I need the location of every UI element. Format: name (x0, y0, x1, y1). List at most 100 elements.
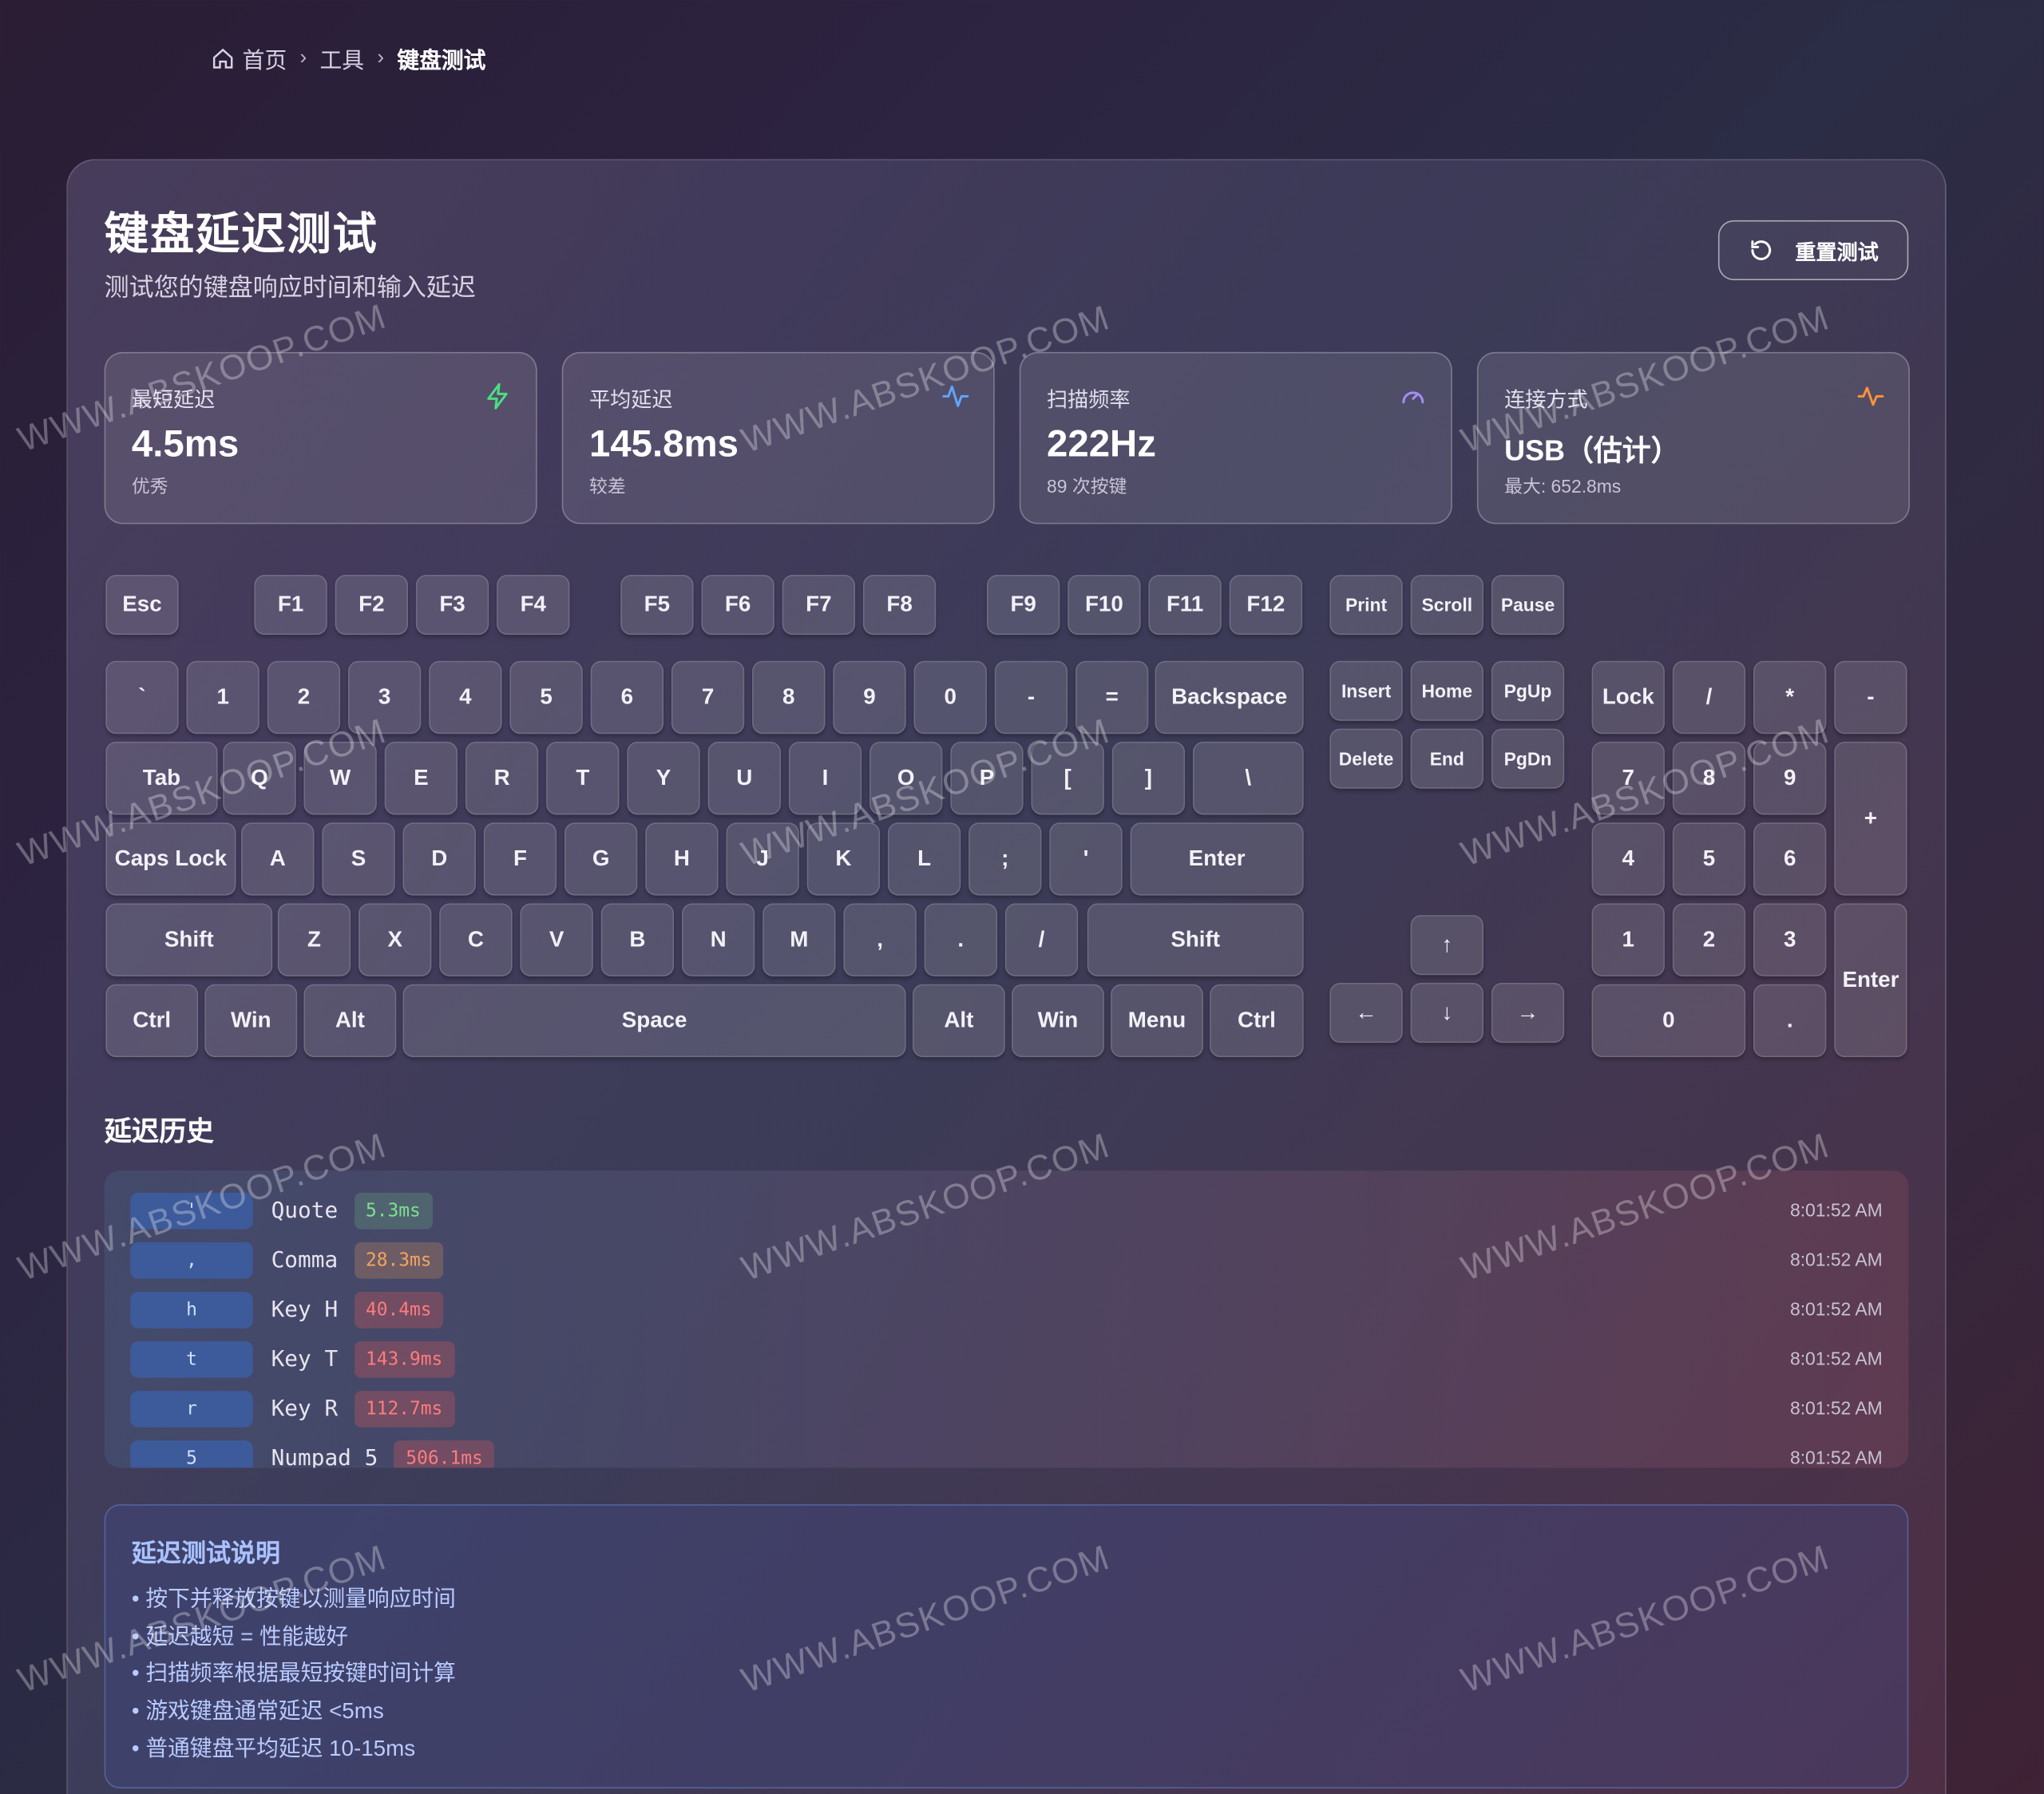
arrow-left-key[interactable]: ← (1329, 983, 1403, 1044)
key-win-right[interactable]: Win (1011, 984, 1104, 1058)
key-print[interactable]: Print (1329, 575, 1403, 636)
key-letter[interactable]: [ (1031, 742, 1104, 815)
key-pause[interactable]: Pause (1491, 575, 1565, 636)
arrow-down-key[interactable]: ↓ (1410, 983, 1484, 1044)
key-num-row[interactable]: 8 (752, 660, 826, 735)
key-num-slash[interactable]: / (1672, 660, 1746, 735)
key-f3[interactable]: F3 (415, 575, 489, 636)
key-num-lock[interactable]: Lock (1591, 660, 1665, 735)
key-letter[interactable]: V (520, 903, 593, 976)
key-num-multiply[interactable]: * (1753, 660, 1827, 735)
key-letter[interactable]: ; (969, 822, 1042, 896)
key-letter[interactable]: N (681, 903, 755, 976)
key-num-minus[interactable]: - (1834, 660, 1907, 735)
key-letter[interactable]: D (402, 822, 476, 896)
key-num-row[interactable]: 4 (429, 660, 502, 735)
key-letter[interactable]: G (564, 822, 638, 896)
key-letter[interactable]: P (950, 742, 1024, 815)
key-caps-lock[interactable]: Caps Lock (105, 822, 236, 896)
key-letter[interactable]: R (465, 742, 539, 815)
key-num-row[interactable]: 6 (590, 660, 664, 735)
key-num-row[interactable]: = (1075, 660, 1149, 735)
key-numpad[interactable]: 2 (1672, 903, 1746, 976)
breadcrumb-tools[interactable]: 工具 (320, 42, 365, 74)
key-letter[interactable]: Q (223, 742, 296, 815)
key-f11[interactable]: F11 (1148, 575, 1222, 636)
key-numpad[interactable]: 9 (1753, 742, 1827, 815)
history-list[interactable]: ' Quote 5.3ms 8:01:52 AM, Comma 28.3ms 8:01:52… (104, 1170, 1909, 1468)
key-backslash[interactable]: \ (1192, 742, 1304, 815)
key-letter[interactable]: W (303, 742, 377, 815)
key-letter[interactable]: ] (1111, 742, 1186, 815)
key-numpad[interactable]: 7 (1591, 742, 1665, 815)
key-num-row[interactable]: - (994, 660, 1068, 735)
key-letter[interactable]: X (358, 903, 432, 976)
key-letter[interactable]: I (788, 742, 862, 815)
key-num-row[interactable]: 5 (509, 660, 583, 735)
key-letter[interactable]: Z (277, 903, 351, 976)
key-letter[interactable]: / (1004, 903, 1079, 976)
key-letter[interactable]: M (763, 903, 836, 976)
key-pgdn[interactable]: PgDn (1491, 728, 1565, 789)
key-home[interactable]: Home (1410, 660, 1484, 721)
key-f6[interactable]: F6 (701, 575, 774, 636)
key-f2[interactable]: F2 (335, 575, 409, 636)
reset-button[interactable]: 重置测试 (1717, 220, 1909, 281)
key-space[interactable]: Space (402, 984, 906, 1058)
key-shift-right[interactable]: Shift (1087, 903, 1304, 976)
key-num-0[interactable]: 0 (1591, 984, 1746, 1058)
key-num-row[interactable]: 7 (671, 660, 745, 735)
key-num-row[interactable]: 0 (913, 660, 987, 735)
key-letter[interactable]: O (869, 742, 943, 815)
key-letter[interactable]: B (600, 903, 675, 976)
key-f5[interactable]: F5 (620, 575, 694, 636)
key-ctrl-left[interactable]: Ctrl (105, 984, 199, 1058)
key-numpad[interactable]: 1 (1591, 903, 1665, 976)
key-letter[interactable]: . (924, 903, 998, 976)
key-letter[interactable]: K (806, 822, 881, 896)
key-letter[interactable]: T (546, 742, 620, 815)
key-scroll[interactable]: Scroll (1410, 575, 1484, 636)
key-f4[interactable]: F4 (497, 575, 570, 636)
key-end[interactable]: End (1410, 728, 1484, 789)
arrow-up-key[interactable]: ↑ (1410, 915, 1484, 976)
key-numpad[interactable]: 3 (1753, 903, 1827, 976)
key-f1[interactable]: F1 (254, 575, 327, 636)
key-f7[interactable]: F7 (782, 575, 856, 636)
key-numpad[interactable]: 5 (1672, 822, 1746, 896)
key-esc[interactable]: Esc (105, 575, 179, 636)
key-letter[interactable]: F (483, 822, 557, 896)
key-letter[interactable]: , (843, 903, 917, 976)
key-num-row[interactable]: 3 (347, 660, 422, 735)
key-num-row[interactable]: 9 (833, 660, 906, 735)
key-num-row[interactable]: 2 (267, 660, 341, 735)
key-num-plus[interactable]: + (1834, 742, 1907, 896)
key-num-row[interactable]: 1 (186, 660, 259, 735)
key-ctrl-right[interactable]: Ctrl (1210, 984, 1304, 1058)
key-letter[interactable]: H (645, 822, 719, 896)
key-pgup[interactable]: PgUp (1491, 660, 1565, 721)
key-letter[interactable]: S (322, 822, 395, 896)
key-f8[interactable]: F8 (862, 575, 937, 636)
key-num-enter[interactable]: Enter (1834, 903, 1907, 1058)
key-shift-left[interactable]: Shift (105, 903, 273, 976)
key-win-left[interactable]: Win (204, 984, 298, 1058)
key-letter[interactable]: A (241, 822, 315, 896)
key-tab[interactable]: Tab (105, 742, 218, 815)
key-menu[interactable]: Menu (1111, 984, 1203, 1058)
key-letter[interactable]: L (887, 822, 961, 896)
key-f12[interactable]: F12 (1229, 575, 1303, 636)
key-num-row[interactable]: ` (105, 660, 179, 735)
key-delete[interactable]: Delete (1329, 728, 1403, 789)
breadcrumb-home[interactable]: 首页 (211, 42, 287, 74)
key-letter[interactable]: Y (627, 742, 700, 815)
key-num-dot[interactable]: . (1753, 984, 1827, 1058)
key-letter[interactable]: C (439, 903, 513, 976)
arrow-right-key[interactable]: → (1491, 983, 1565, 1044)
key-enter[interactable]: Enter (1130, 822, 1304, 896)
key-f9[interactable]: F9 (986, 575, 1060, 636)
key-alt-right[interactable]: Alt (912, 984, 1005, 1058)
key-f10[interactable]: F10 (1068, 575, 1141, 636)
key-numpad[interactable]: 4 (1591, 822, 1665, 896)
key-insert[interactable]: Insert (1329, 660, 1403, 721)
